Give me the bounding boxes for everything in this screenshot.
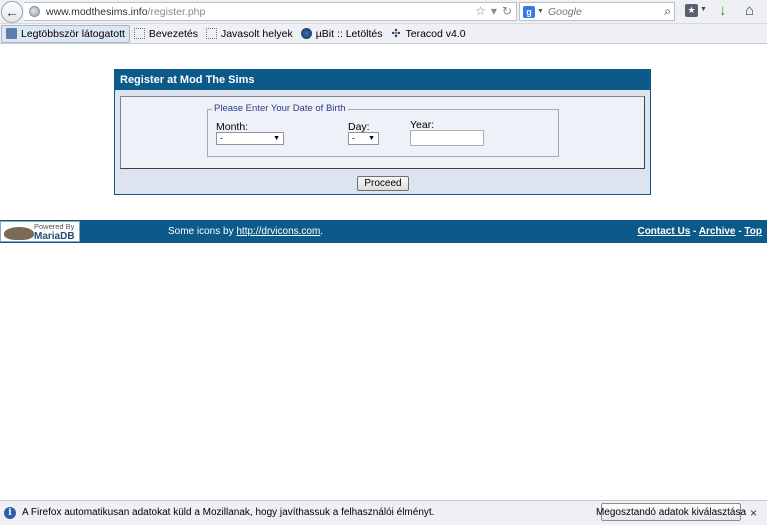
drvicons-link[interactable]: http://drvicons.com xyxy=(236,226,320,237)
icons-credit-prefix: Some icons by xyxy=(168,226,237,237)
bookmark-suggested-sites[interactable]: Javasolt helyek xyxy=(202,25,297,43)
bookmark-getting-started[interactable]: Bevezetés xyxy=(130,25,202,43)
month-select-value: - xyxy=(220,133,223,143)
chevron-down-icon: ▼ xyxy=(273,135,280,142)
mariadb-logo[interactable]: Powered By MariaDB xyxy=(0,221,80,242)
chevron-down-icon: ▼ xyxy=(368,135,375,142)
icons-credit: Some icons by http://drvicons.com. xyxy=(168,226,323,237)
day-select[interactable]: - ▼ xyxy=(348,132,379,145)
seal-icon xyxy=(4,227,34,240)
choose-data-button[interactable]: Megosztandó adatok kiválasztása xyxy=(596,503,746,521)
url-actions: ☆ ▾ ↻ xyxy=(475,4,512,18)
bookmark-page-icon xyxy=(133,28,145,39)
url-bar[interactable]: www.modthesims.info/register.php ☆ ▾ ↻ xyxy=(24,2,517,21)
info-icon: i xyxy=(4,507,16,519)
url-path: /register.php xyxy=(147,5,206,18)
bookmark-label: µBit :: Letöltés xyxy=(315,27,383,40)
bookmark-label: Legtöbbször látogatott xyxy=(21,27,125,40)
home-icon[interactable]: ⌂ xyxy=(745,2,754,19)
bookmark-label: Teracod v4.0 xyxy=(405,27,466,40)
powered-by-text: Powered By xyxy=(34,222,75,231)
globe-icon xyxy=(29,6,40,17)
register-form-area: Please Enter Your Date of Birth Month: -… xyxy=(120,96,645,169)
register-title: Register at Mod The Sims xyxy=(115,70,650,90)
search-bar: g ▼ ⌕ xyxy=(519,2,675,21)
month-select[interactable]: - ▼ xyxy=(216,132,284,145)
search-engine-dropdown-icon[interactable]: ▼ xyxy=(537,8,544,15)
notification-text: A Firefox automatikusan adatokat küld a … xyxy=(22,507,435,518)
url-text[interactable]: www.modthesims.info/register.php xyxy=(46,6,205,18)
date-of-birth-fieldset: Please Enter Your Date of Birth Month: -… xyxy=(207,103,559,157)
notification-bar: i A Firefox automatikusan adatokat küld … xyxy=(0,500,767,525)
navigation-toolbar: ← www.modthesims.info/register.php ☆ ▾ ↻… xyxy=(0,0,767,24)
footer-separator: - xyxy=(738,226,742,237)
register-panel: Register at Mod The Sims Please Enter Yo… xyxy=(114,69,651,195)
proceed-button[interactable]: Proceed xyxy=(357,176,409,191)
reload-icon[interactable]: ↻ xyxy=(502,4,512,18)
mariadb-text: MariaDB xyxy=(34,231,75,242)
bookmark-label: Javasolt helyek xyxy=(220,27,293,40)
bookmarks-menu-icon[interactable]: ★ xyxy=(685,4,698,17)
teracod-icon: ✣ xyxy=(391,28,401,40)
bookmark-folder-icon xyxy=(6,28,17,39)
url-host: www.modthesims.info xyxy=(46,5,148,18)
download-icon[interactable]: ↓ xyxy=(719,2,727,19)
search-input[interactable] xyxy=(547,5,658,18)
archive-link[interactable]: Archive xyxy=(699,226,736,237)
dropdown-icon[interactable]: ▾ xyxy=(491,4,497,18)
bookmarks-dropdown-icon[interactable]: ▼ xyxy=(700,6,707,13)
year-input[interactable] xyxy=(410,130,484,146)
close-icon[interactable]: × xyxy=(750,506,757,520)
day-select-value: - xyxy=(352,133,355,143)
search-icon[interactable]: ⌕ xyxy=(664,4,671,19)
ubit-icon xyxy=(300,28,312,39)
footer-separator: - xyxy=(693,226,697,237)
top-link[interactable]: Top xyxy=(744,226,762,237)
contact-us-link[interactable]: Contact Us xyxy=(637,226,690,237)
date-of-birth-legend: Please Enter Your Date of Birth xyxy=(212,103,348,114)
back-arrow-icon: ← xyxy=(5,4,19,20)
bookmarks-toolbar: Legtöbbször látogatott Bevezetés Javasol… xyxy=(0,24,767,44)
bookmark-teracod[interactable]: ✣ Teracod v4.0 xyxy=(387,25,470,43)
bookmark-ubit[interactable]: µBit :: Letöltés xyxy=(297,25,387,43)
star-icon[interactable]: ☆ xyxy=(475,4,486,18)
bookmark-label: Bevezetés xyxy=(148,27,198,40)
bookmark-page-icon xyxy=(205,28,217,39)
page-footer: Powered By MariaDB Some icons by http://… xyxy=(0,220,767,243)
google-icon[interactable]: g xyxy=(523,5,535,18)
bookmark-most-visited[interactable]: Legtöbbször látogatott xyxy=(1,24,130,43)
back-button[interactable]: ← xyxy=(1,1,23,23)
icons-credit-suffix: . xyxy=(320,226,324,237)
footer-links: Contact Us - Archive - Top xyxy=(637,226,762,237)
